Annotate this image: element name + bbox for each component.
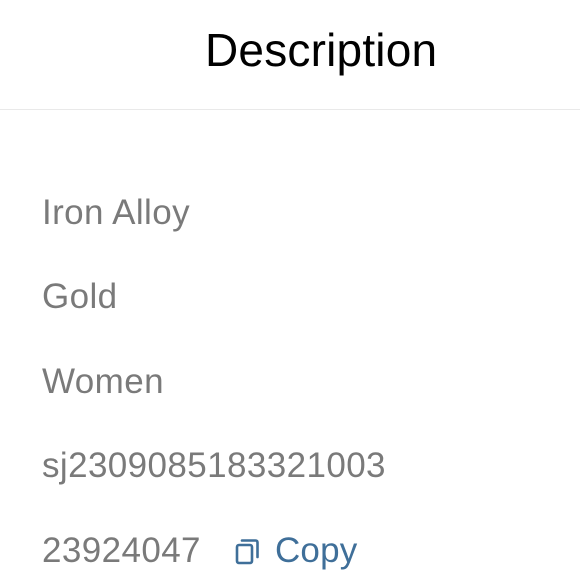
copy-icon [231,535,263,567]
item-id: 23924047 [42,531,201,570]
copy-button[interactable]: Copy [231,531,358,571]
page-title: Description [205,24,438,76]
detail-material: Iron Alloy [42,193,190,232]
detail-color: Gold [42,277,118,316]
header: Description [0,0,580,110]
detail-sku: sj2309085183321003 [42,446,386,485]
copy-label: Copy [274,531,358,570]
detail-item-id-row: 23924047 Copy [42,526,357,576]
detail-gender: Women [42,362,164,401]
description-page: Description Iron Alloy Gold Women sj2309… [0,0,580,580]
